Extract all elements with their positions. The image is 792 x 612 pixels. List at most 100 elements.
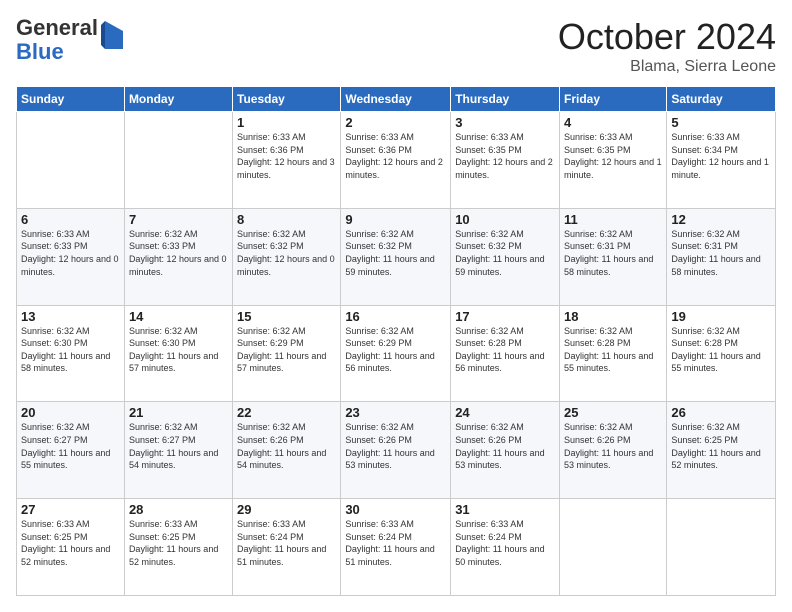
table-row: 31Sunrise: 6:33 AMSunset: 6:24 PMDayligh… — [451, 499, 560, 596]
day-number: 18 — [564, 309, 662, 324]
day-info: Sunrise: 6:32 AMSunset: 6:31 PMDaylight:… — [564, 228, 662, 278]
table-row — [667, 499, 776, 596]
table-row: 1Sunrise: 6:33 AMSunset: 6:36 PMDaylight… — [233, 112, 341, 209]
day-info: Sunrise: 6:33 AMSunset: 6:34 PMDaylight:… — [671, 131, 771, 181]
day-info: Sunrise: 6:32 AMSunset: 6:26 PMDaylight:… — [564, 421, 662, 471]
table-row: 29Sunrise: 6:33 AMSunset: 6:24 PMDayligh… — [233, 499, 341, 596]
logo-general: General — [16, 15, 98, 40]
day-info: Sunrise: 6:33 AMSunset: 6:25 PMDaylight:… — [21, 518, 120, 568]
day-number: 8 — [237, 212, 336, 227]
table-row: 14Sunrise: 6:32 AMSunset: 6:30 PMDayligh… — [124, 305, 232, 402]
day-number: 28 — [129, 502, 228, 517]
day-number: 11 — [564, 212, 662, 227]
day-number: 25 — [564, 405, 662, 420]
day-number: 12 — [671, 212, 771, 227]
day-info: Sunrise: 6:33 AMSunset: 6:25 PMDaylight:… — [129, 518, 228, 568]
day-info: Sunrise: 6:33 AMSunset: 6:36 PMDaylight:… — [237, 131, 336, 181]
day-info: Sunrise: 6:32 AMSunset: 6:32 PMDaylight:… — [345, 228, 446, 278]
day-number: 20 — [21, 405, 120, 420]
table-row: 19Sunrise: 6:32 AMSunset: 6:28 PMDayligh… — [667, 305, 776, 402]
table-row: 16Sunrise: 6:32 AMSunset: 6:29 PMDayligh… — [341, 305, 451, 402]
day-info: Sunrise: 6:33 AMSunset: 6:24 PMDaylight:… — [455, 518, 555, 568]
table-row: 22Sunrise: 6:32 AMSunset: 6:26 PMDayligh… — [233, 402, 341, 499]
title-block: October 2024 Blama, Sierra Leone — [558, 16, 776, 76]
day-number: 13 — [21, 309, 120, 324]
day-number: 1 — [237, 115, 336, 130]
table-row: 21Sunrise: 6:32 AMSunset: 6:27 PMDayligh… — [124, 402, 232, 499]
table-row: 9Sunrise: 6:32 AMSunset: 6:32 PMDaylight… — [341, 208, 451, 305]
table-row: 17Sunrise: 6:32 AMSunset: 6:28 PMDayligh… — [451, 305, 560, 402]
day-info: Sunrise: 6:33 AMSunset: 6:33 PMDaylight:… — [21, 228, 120, 278]
table-row: 15Sunrise: 6:32 AMSunset: 6:29 PMDayligh… — [233, 305, 341, 402]
day-number: 10 — [455, 212, 555, 227]
day-number: 9 — [345, 212, 446, 227]
day-number: 27 — [21, 502, 120, 517]
col-tuesday: Tuesday — [233, 87, 341, 112]
month-title: October 2024 — [558, 16, 776, 58]
day-number: 15 — [237, 309, 336, 324]
table-row: 30Sunrise: 6:33 AMSunset: 6:24 PMDayligh… — [341, 499, 451, 596]
day-number: 31 — [455, 502, 555, 517]
table-row: 23Sunrise: 6:32 AMSunset: 6:26 PMDayligh… — [341, 402, 451, 499]
day-number: 19 — [671, 309, 771, 324]
logo: General Blue — [16, 16, 123, 64]
table-row: 27Sunrise: 6:33 AMSunset: 6:25 PMDayligh… — [17, 499, 125, 596]
table-row: 18Sunrise: 6:32 AMSunset: 6:28 PMDayligh… — [560, 305, 667, 402]
day-info: Sunrise: 6:32 AMSunset: 6:28 PMDaylight:… — [671, 325, 771, 375]
day-info: Sunrise: 6:32 AMSunset: 6:31 PMDaylight:… — [671, 228, 771, 278]
col-friday: Friday — [560, 87, 667, 112]
table-row: 12Sunrise: 6:32 AMSunset: 6:31 PMDayligh… — [667, 208, 776, 305]
table-row: 3Sunrise: 6:33 AMSunset: 6:35 PMDaylight… — [451, 112, 560, 209]
day-number: 17 — [455, 309, 555, 324]
day-number: 14 — [129, 309, 228, 324]
day-number: 26 — [671, 405, 771, 420]
day-number: 30 — [345, 502, 446, 517]
day-info: Sunrise: 6:32 AMSunset: 6:27 PMDaylight:… — [129, 421, 228, 471]
day-number: 2 — [345, 115, 446, 130]
day-number: 6 — [21, 212, 120, 227]
table-row: 8Sunrise: 6:32 AMSunset: 6:32 PMDaylight… — [233, 208, 341, 305]
table-row: 20Sunrise: 6:32 AMSunset: 6:27 PMDayligh… — [17, 402, 125, 499]
location-title: Blama, Sierra Leone — [558, 58, 776, 76]
day-number: 23 — [345, 405, 446, 420]
day-info: Sunrise: 6:32 AMSunset: 6:30 PMDaylight:… — [21, 325, 120, 375]
table-row: 26Sunrise: 6:32 AMSunset: 6:25 PMDayligh… — [667, 402, 776, 499]
table-row — [124, 112, 232, 209]
table-row: 6Sunrise: 6:33 AMSunset: 6:33 PMDaylight… — [17, 208, 125, 305]
day-info: Sunrise: 6:32 AMSunset: 6:28 PMDaylight:… — [455, 325, 555, 375]
day-number: 7 — [129, 212, 228, 227]
calendar-table: Sunday Monday Tuesday Wednesday Thursday… — [16, 86, 776, 596]
col-sunday: Sunday — [17, 87, 125, 112]
day-number: 29 — [237, 502, 336, 517]
table-row: 2Sunrise: 6:33 AMSunset: 6:36 PMDaylight… — [341, 112, 451, 209]
day-info: Sunrise: 6:32 AMSunset: 6:28 PMDaylight:… — [564, 325, 662, 375]
table-row: 28Sunrise: 6:33 AMSunset: 6:25 PMDayligh… — [124, 499, 232, 596]
table-row: 25Sunrise: 6:32 AMSunset: 6:26 PMDayligh… — [560, 402, 667, 499]
day-info: Sunrise: 6:32 AMSunset: 6:33 PMDaylight:… — [129, 228, 228, 278]
day-info: Sunrise: 6:32 AMSunset: 6:25 PMDaylight:… — [671, 421, 771, 471]
day-info: Sunrise: 6:32 AMSunset: 6:32 PMDaylight:… — [455, 228, 555, 278]
day-number: 16 — [345, 309, 446, 324]
day-info: Sunrise: 6:32 AMSunset: 6:26 PMDaylight:… — [455, 421, 555, 471]
day-info: Sunrise: 6:32 AMSunset: 6:29 PMDaylight:… — [345, 325, 446, 375]
page-header: General Blue October 2024 Blama, Sierra … — [16, 16, 776, 76]
day-info: Sunrise: 6:33 AMSunset: 6:35 PMDaylight:… — [564, 131, 662, 181]
col-thursday: Thursday — [451, 87, 560, 112]
day-number: 4 — [564, 115, 662, 130]
day-number: 22 — [237, 405, 336, 420]
table-row: 11Sunrise: 6:32 AMSunset: 6:31 PMDayligh… — [560, 208, 667, 305]
day-info: Sunrise: 6:32 AMSunset: 6:26 PMDaylight:… — [237, 421, 336, 471]
calendar-header-row: Sunday Monday Tuesday Wednesday Thursday… — [17, 87, 776, 112]
day-info: Sunrise: 6:33 AMSunset: 6:35 PMDaylight:… — [455, 131, 555, 181]
day-number: 5 — [671, 115, 771, 130]
col-monday: Monday — [124, 87, 232, 112]
logo-blue: Blue — [16, 39, 64, 64]
table-row: 4Sunrise: 6:33 AMSunset: 6:35 PMDaylight… — [560, 112, 667, 209]
table-row — [560, 499, 667, 596]
table-row — [17, 112, 125, 209]
table-row: 24Sunrise: 6:32 AMSunset: 6:26 PMDayligh… — [451, 402, 560, 499]
day-info: Sunrise: 6:32 AMSunset: 6:30 PMDaylight:… — [129, 325, 228, 375]
day-info: Sunrise: 6:32 AMSunset: 6:29 PMDaylight:… — [237, 325, 336, 375]
day-info: Sunrise: 6:33 AMSunset: 6:36 PMDaylight:… — [345, 131, 446, 181]
table-row: 10Sunrise: 6:32 AMSunset: 6:32 PMDayligh… — [451, 208, 560, 305]
